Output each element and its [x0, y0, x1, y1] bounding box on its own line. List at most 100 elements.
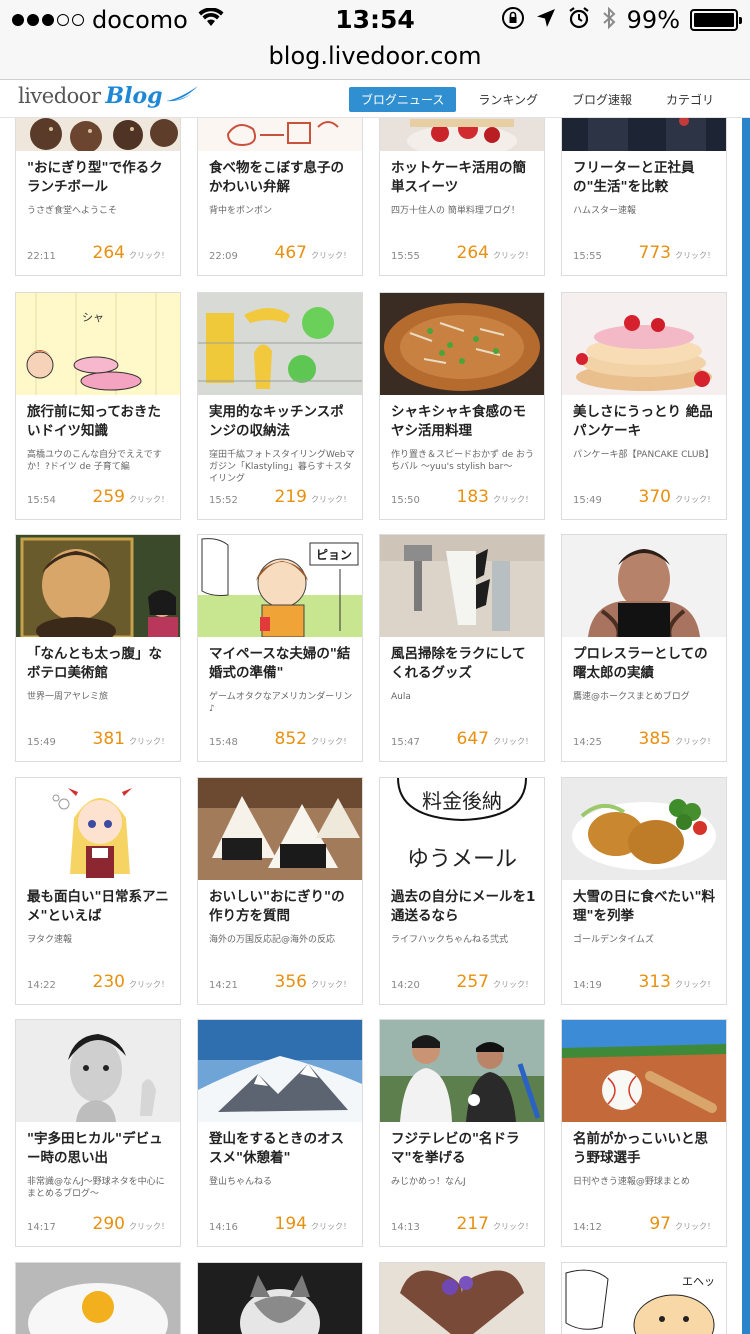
article-card[interactable] — [15, 1262, 181, 1334]
article-title[interactable]: 旅行前に知っておきたいドイツ知識 — [27, 403, 173, 441]
click-label: クリック！ — [675, 495, 715, 504]
click-label: クリック！ — [129, 251, 169, 260]
click-label: クリック！ — [675, 251, 715, 260]
address-bar[interactable]: blog.livedoor.com — [0, 40, 750, 80]
article-card[interactable]: ホットケーキ活用の簡単スイーツ 四万十住人の 簡単料理ブログ！ 15:55 26… — [379, 118, 545, 276]
article-time: 15:47 — [391, 737, 420, 748]
article-title[interactable]: 過去の自分にメールを1通送るなら — [391, 888, 537, 926]
article-title[interactable]: シャキシャキ食感のモヤシ活用料理 — [391, 403, 537, 441]
click-count: 257 — [456, 972, 489, 992]
click-label: クリック！ — [311, 495, 351, 504]
article-card[interactable]: 美しさにうっとり 絶品パンケーキ パンケーキ部【PANCAKE CLUB】 15… — [561, 292, 727, 520]
article-card[interactable] — [379, 1262, 545, 1334]
eheh-text: エヘッ — [682, 1275, 715, 1288]
article-source[interactable]: 登山ちゃんねる — [209, 1176, 355, 1188]
tab-ranking[interactable]: ランキング — [466, 87, 550, 112]
article-source[interactable]: 窪田千紘フォトスタイリングWebマガジン「Klastyling」暮らす＋スタイリ… — [209, 449, 355, 485]
article-title[interactable]: 名前がかっこいいと思う野球選手 — [573, 1130, 719, 1168]
article-card[interactable]: 名前がかっこいいと思う野球選手 日刊やきう速報@野球まとめ 14:12 97 クリ… — [561, 1019, 727, 1247]
article-card[interactable]: 実用的なキッチンスポンジの収納法 窪田千紘フォトスタイリングWebマガジン「Kl… — [197, 292, 363, 520]
click-count: 217 — [456, 1214, 489, 1234]
article-card[interactable] — [197, 1262, 363, 1334]
article-card[interactable]: 「なんとも太っ腹」なボテロ美術館 世界一周アヤレミ旅 15:49 381 クリック… — [15, 534, 181, 762]
article-card[interactable]: 風呂掃除をラクにしてくれるグッズ Aula 15:47 647 クリック！ — [379, 534, 545, 762]
article-card[interactable]: フリーターと正社員の"生活"を比較 ハムスター速報 15:55 773 クリック！ — [561, 118, 727, 276]
livedoor-blog-logo[interactable]: livedoor Blog — [18, 83, 199, 109]
article-source[interactable]: 作り置き＆スピードおかず de おうちバル 〜yuu's stylish bar… — [391, 449, 537, 473]
article-source[interactable]: ゲームオタクなアメリカンダーリン♪ — [209, 691, 355, 715]
article-title[interactable]: 「なんとも太っ腹」なボテロ美術館 — [27, 645, 173, 683]
article-thumbnail: 料金後納 ゆうメール — [380, 778, 544, 880]
article-source[interactable]: パンケーキ部【PANCAKE CLUB】 — [573, 449, 719, 461]
article-source[interactable]: ハムスター速報 — [573, 205, 719, 217]
article-card[interactable]: フジテレビの"名ドラマ"を挙げる みじかめっ！なんJ 14:13 217 クリック… — [379, 1019, 545, 1247]
article-thumbnail — [380, 293, 544, 395]
article-source[interactable]: Aula — [391, 691, 537, 703]
main-nav: ブログニュース ランキング ブログ速報 カテゴリ — [348, 87, 726, 112]
article-thumbnail — [380, 1020, 544, 1122]
click-count: 647 — [456, 729, 489, 749]
click-count: 381 — [92, 729, 125, 749]
article-time: 14:12 — [573, 1222, 602, 1233]
article-title[interactable]: 実用的なキッチンスポンジの収納法 — [209, 403, 355, 441]
article-title[interactable]: 食べ物をこぼす息子のかわいい弁解 — [209, 159, 355, 197]
article-card[interactable]: シャキシャキ食感のモヤシ活用料理 作り置き＆スピードおかず de おうちバル 〜… — [379, 292, 545, 520]
article-card[interactable]: シャ 旅行前に知っておきたいドイツ知識 高橋ユウのこんな自分でええですか！?ドイ… — [15, 292, 181, 520]
article-title[interactable]: プロレスラーとしての曙太郎の実績 — [573, 645, 719, 683]
article-card[interactable]: ピョン マイペースな夫婦の"結婚式の準備" ゲームオタクなアメリカンダーリン♪ … — [197, 534, 363, 762]
article-card[interactable]: 料金後納 ゆうメール 過去の自分にメールを1通送るなら ライフハックちゃんねる弐式… — [379, 777, 545, 1005]
article-title[interactable]: フジテレビの"名ドラマ"を挙げる — [391, 1130, 537, 1168]
article-title[interactable]: 登山をするときのオススメ"休憩着" — [209, 1130, 355, 1168]
article-card[interactable]: "宇多田ヒカル"デビュー時の思い出 非常識@なんJ〜野球ネタを中心にまとめるブロ… — [15, 1019, 181, 1247]
article-title[interactable]: 風呂掃除をラクにしてくれるグッズ — [391, 645, 537, 683]
article-card[interactable]: 食べ物をこぼす息子のかわいい弁解 背中をポンポン 22:09 467 クリック！ — [197, 118, 363, 276]
article-source[interactable]: みじかめっ！なんJ — [391, 1176, 537, 1188]
article-time: 14:16 — [209, 1222, 238, 1233]
article-title[interactable]: 大雪の日に食べたい"料理"を列挙 — [573, 888, 719, 926]
article-time: 14:17 — [27, 1222, 56, 1233]
article-title[interactable]: マイペースな夫婦の"結婚式の準備" — [209, 645, 355, 683]
article-title[interactable]: おいしい"おにぎり"の作り方を質問 — [209, 888, 355, 926]
article-card[interactable]: プロレスラーとしての曙太郎の実績 鷹速@ホークスまとめブログ 14:25 385… — [561, 534, 727, 762]
article-source[interactable]: うさぎ食堂へようこそ — [27, 205, 173, 217]
bluetooth-icon — [601, 6, 617, 34]
click-label: クリック！ — [675, 737, 715, 746]
article-title[interactable]: 最も面白い"日常系アニメ"といえば — [27, 888, 173, 926]
article-title[interactable]: フリーターと正社員の"生活"を比較 — [573, 159, 719, 197]
article-source[interactable]: ヲタク速報 — [27, 934, 173, 946]
article-source[interactable]: 高橋ユウのこんな自分でええですか！?ドイツ de 子育て編 — [27, 449, 173, 473]
click-label: クリック！ — [311, 980, 351, 989]
article-title[interactable]: 美しさにうっとり 絶品パンケーキ — [573, 403, 719, 441]
article-source[interactable]: 四万十住人の 簡単料理ブログ！ — [391, 205, 537, 217]
article-thumbnail — [562, 1020, 726, 1122]
scrollbar[interactable] — [742, 118, 750, 1334]
article-card[interactable]: 大雪の日に食べたい"料理"を列挙 ゴールデンタイムズ 14:19 313 クリック… — [561, 777, 727, 1005]
article-source[interactable]: 非常識@なんJ〜野球ネタを中心にまとめるブログ〜 — [27, 1176, 173, 1200]
article-source[interactable]: ゴールデンタイムズ — [573, 934, 719, 946]
article-card[interactable]: おいしい"おにぎり"の作り方を質問 海外の万国反応記@海外の反応 14:21 3… — [197, 777, 363, 1005]
tab-blog-news[interactable]: ブログニュース — [348, 87, 457, 112]
url-text[interactable]: blog.livedoor.com — [269, 42, 482, 70]
article-source[interactable]: 世界一周アヤレミ旅 — [27, 691, 173, 703]
article-thumbnail — [198, 118, 362, 151]
article-source[interactable]: 背中をポンポン — [209, 205, 355, 217]
tab-blog-flash[interactable]: ブログ速報 — [560, 87, 644, 112]
tab-category[interactable]: カテゴリ — [654, 87, 726, 112]
article-source[interactable]: 鷹速@ホークスまとめブログ — [573, 691, 719, 703]
article-thumbnail — [562, 293, 726, 395]
article-source[interactable]: ライフハックちゃんねる弐式 — [391, 934, 537, 946]
article-title[interactable]: "宇多田ヒカル"デビュー時の思い出 — [27, 1130, 173, 1168]
article-card[interactable]: 最も面白い"日常系アニメ"といえば ヲタク速報 14:22 230 クリック！ — [15, 777, 181, 1005]
article-title[interactable]: "おにぎり型"で作るクランチボール — [27, 159, 173, 197]
article-card[interactable]: 登山をするときのオススメ"休憩着" 登山ちゃんねる 14:16 194 クリック！ — [197, 1019, 363, 1247]
article-time: 14:20 — [391, 980, 420, 991]
click-count: 313 — [638, 972, 671, 992]
article-thumbnail: ピョン — [198, 535, 362, 637]
article-source[interactable]: 海外の万国反応記@海外の反応 — [209, 934, 355, 946]
article-title[interactable]: ホットケーキ活用の簡単スイーツ — [391, 159, 537, 197]
article-source[interactable]: 日刊やきう速報@野球まとめ — [573, 1176, 719, 1188]
article-card[interactable]: エヘッ — [561, 1262, 727, 1334]
battery-icon — [690, 9, 742, 31]
article-card[interactable]: "おにぎり型"で作るクランチボール うさぎ食堂へようこそ 22:11 264 クリ… — [15, 118, 181, 276]
yupack-bottom-text: ゆうメール — [407, 847, 517, 872]
